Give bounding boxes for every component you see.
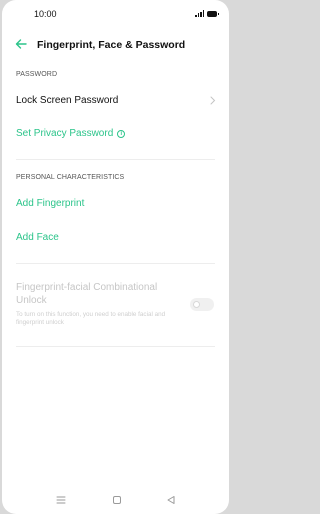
add-face-item[interactable]: Add Face [16, 232, 59, 243]
section-label-password: PASSWORD [16, 71, 58, 78]
signal-icon [195, 10, 204, 17]
section-label-personal: PERSONAL CHARACTERISTICS [16, 174, 125, 181]
set-privacy-password-text: Set Privacy Password [16, 128, 114, 139]
divider [16, 159, 215, 160]
navigation-bar [2, 486, 229, 514]
home-icon[interactable] [110, 494, 124, 506]
divider [16, 263, 215, 264]
set-privacy-password-label: Set Privacy Password i [16, 128, 126, 139]
status-time: 10:00 [34, 9, 57, 19]
header: Fingerprint, Face & Password [2, 34, 229, 56]
status-icons [195, 10, 219, 17]
arrow-left-icon[interactable] [14, 37, 28, 51]
page-title: Fingerprint, Face & Password [37, 39, 186, 51]
add-fingerprint-item[interactable]: Add Fingerprint [16, 198, 84, 209]
combinational-unlock-subtitle: To turn on this function, you need to en… [16, 311, 166, 327]
toggle-knob [193, 301, 200, 308]
status-bar: 10:00 [2, 0, 229, 28]
triangle-back-icon[interactable] [164, 494, 178, 506]
info-icon[interactable]: i [117, 130, 126, 138]
phone-screen: 10:00 Fingerprint, Face & Password PASSW… [2, 0, 229, 514]
combinational-unlock-toggle[interactable] [190, 298, 214, 311]
battery-icon [207, 10, 219, 17]
divider [16, 346, 215, 347]
menu-icon[interactable] [54, 494, 68, 506]
combinational-unlock-title: Fingerprint-facial Combinational Unlock [16, 282, 158, 306]
chevron-right-icon [210, 96, 216, 105]
lock-screen-password-label: Lock Screen Password [16, 95, 119, 106]
